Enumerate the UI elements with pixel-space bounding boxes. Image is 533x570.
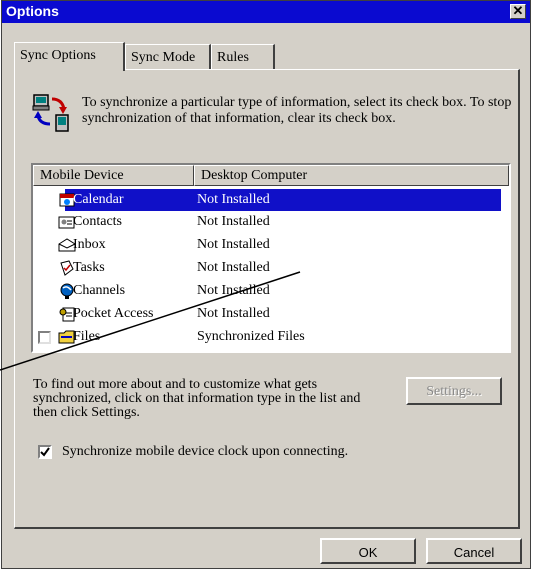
title-bar[interactable]: Options ✕ (2, 1, 530, 23)
tab-sync-options[interactable]: Sync Options (14, 42, 125, 71)
sync-arrows-icon (32, 94, 69, 132)
item-name: Contacts (73, 214, 122, 229)
list-item-contacts[interactable]: Contacts Not Installed (33, 211, 509, 234)
selection-highlight (65, 189, 501, 211)
item-name: Calendar (73, 192, 124, 207)
column-header-mobile-device[interactable]: Mobile Device (33, 165, 194, 186)
item-status: Not Installed (197, 283, 270, 298)
ok-button[interactable]: OK (320, 538, 416, 564)
list-item-tasks[interactable]: Tasks Not Installed (33, 257, 509, 280)
list-item-pocket-access[interactable]: Pocket Access Not Installed (33, 303, 509, 326)
intro-text: To synchronize a particular type of info… (82, 95, 512, 126)
checkmark-icon (40, 447, 50, 457)
item-name: Pocket Access (73, 306, 154, 321)
tab-rules[interactable]: Rules (211, 44, 275, 70)
list-item-channels[interactable]: Channels Not Installed (33, 280, 509, 303)
item-name: Tasks (73, 260, 105, 275)
files-checkbox[interactable] (38, 331, 51, 344)
tab-sync-mode[interactable]: Sync Mode (125, 44, 211, 70)
item-status: Not Installed (197, 192, 270, 207)
list-item-inbox[interactable]: Inbox Not Installed (33, 234, 509, 257)
settings-info-text: To find out more about and to customize … (33, 377, 361, 420)
column-header-desktop-computer[interactable]: Desktop Computer (194, 165, 509, 186)
item-status: Not Installed (197, 260, 270, 275)
item-status: Not Installed (197, 237, 270, 252)
settings-button[interactable]: Settings... (406, 377, 502, 405)
sync-type-list[interactable]: Mobile Device Desktop Computer Calendar … (31, 163, 511, 353)
close-icon: ✕ (512, 3, 524, 18)
clock-sync-label[interactable]: Synchronize mobile device clock upon con… (62, 444, 348, 460)
clock-sync-checkbox[interactable] (38, 445, 52, 459)
item-status: Not Installed (197, 214, 270, 229)
list-item-files[interactable]: Files Synchronized Files (33, 326, 509, 349)
item-name: Files (73, 329, 101, 344)
item-status: Not Installed (197, 306, 270, 321)
item-name: Channels (73, 283, 126, 298)
item-name: Inbox (73, 237, 106, 252)
item-status: Synchronized Files (197, 329, 305, 344)
window-title: Options (6, 3, 59, 19)
list-item-calendar[interactable]: Calendar Not Installed (33, 189, 509, 212)
close-button[interactable]: ✕ (510, 4, 526, 19)
cancel-button[interactable]: Cancel (426, 538, 522, 564)
